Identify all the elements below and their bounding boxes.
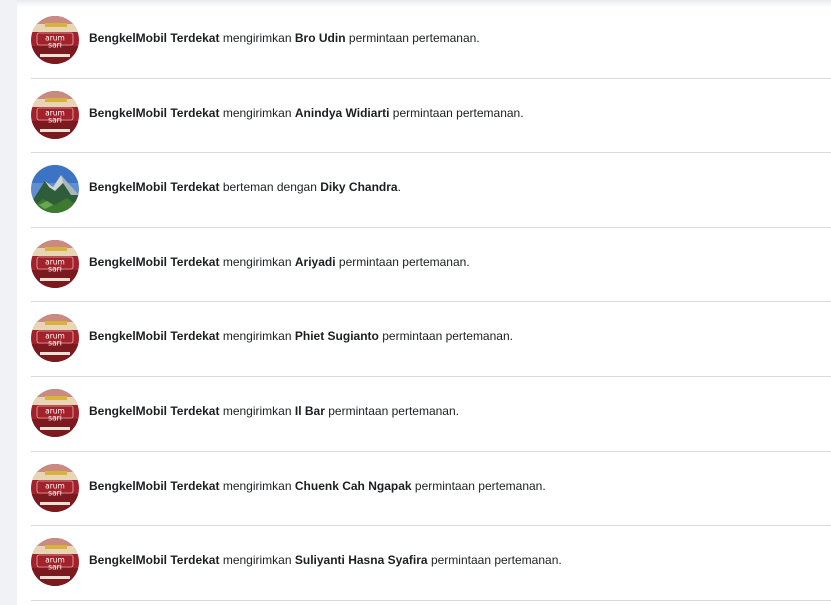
target-name[interactable]: Chuenk Cah Ngapak [295, 479, 412, 493]
notification-text: BengkelMobil Terdekat mengirimkan Il Bar… [89, 403, 459, 419]
activity-row[interactable]: arum sari BengkelMobil Terdekat mengirim… [31, 377, 831, 452]
arumsari-logo-icon[interactable]: arum sari [31, 388, 79, 437]
actor-name[interactable]: BengkelMobil Terdekat [89, 553, 219, 567]
verb: mengirimkan [222, 553, 292, 568]
mountain-photo-icon[interactable] [31, 165, 79, 214]
svg-text:sari: sari [48, 339, 62, 348]
arumsari-logo-icon[interactable]: arum sari [31, 463, 79, 512]
activity-feed: arum sari BengkelMobil Terdekat mengirim… [31, 4, 831, 601]
target-name[interactable]: Anindya Widiarti [295, 106, 390, 120]
tail: permintaan pertemanan. [392, 105, 524, 120]
actor-name[interactable]: BengkelMobil Terdekat [89, 106, 219, 120]
left-rail [0, 0, 17, 605]
activity-row[interactable]: arum sari BengkelMobil Terdekat mengirim… [31, 79, 831, 154]
arumsari-logo-icon[interactable]: arum sari [31, 538, 79, 587]
tail: permintaan pertemanan. [430, 553, 562, 568]
svg-text:sari: sari [48, 488, 62, 497]
target-name[interactable]: Diky Chandra [320, 180, 397, 194]
verb: mengirimkan [222, 254, 292, 269]
arumsari-logo-icon[interactable]: arum sari [31, 90, 79, 139]
notification-text: BengkelMobil Terdekat mengirimkan Phiet … [89, 328, 513, 344]
target-name[interactable]: Il Bar [295, 404, 325, 418]
arumsari-logo-icon[interactable]: arum sari [31, 239, 79, 288]
tail: permintaan pertemanan. [348, 31, 480, 45]
verb: berteman dengan [222, 180, 317, 195]
activity-row[interactable]: arum sari BengkelMobil Terdekat mengirim… [31, 526, 831, 601]
target-name[interactable]: Suliyanti Hasna Syafira [295, 553, 428, 567]
activity-row[interactable]: BengkelMobil Terdekat berteman dengan Di… [31, 153, 831, 228]
actor-name[interactable]: BengkelMobil Terdekat [89, 404, 219, 418]
activity-row[interactable]: arum sari BengkelMobil Terdekat mengirim… [31, 302, 831, 377]
tail: permintaan pertemanan. [382, 329, 513, 344]
arumsari-logo-icon[interactable]: arum sari [31, 16, 79, 64]
svg-text:sari: sari [48, 41, 62, 50]
verb: mengirimkan [222, 105, 292, 120]
verb: mengirimkan [222, 329, 292, 344]
verb: mengirimkan [222, 403, 292, 418]
tail: permintaan pertemanan. [414, 478, 546, 493]
svg-text:sari: sari [48, 413, 62, 422]
target-name[interactable]: Ariyadi [295, 255, 336, 269]
arumsari-logo-icon[interactable]: arum sari [31, 314, 79, 363]
actor-name[interactable]: BengkelMobil Terdekat [89, 31, 219, 45]
svg-text:sari: sari [48, 115, 62, 124]
target-name[interactable]: Phiet Sugianto [295, 329, 379, 343]
notification-text: BengkelMobil Terdekat mengirimkan Chuenk… [89, 478, 546, 494]
actor-name[interactable]: BengkelMobil Terdekat [89, 479, 219, 493]
tail: . [397, 180, 401, 195]
tail: permintaan pertemanan. [338, 254, 470, 269]
svg-text:sari: sari [48, 563, 62, 572]
activity-row[interactable]: arum sari BengkelMobil Terdekat mengirim… [31, 452, 831, 527]
notification-text: BengkelMobil Terdekat berteman dengan Di… [89, 179, 401, 195]
activity-row[interactable]: arum sari BengkelMobil Terdekat mengirim… [31, 4, 831, 79]
verb: mengirimkan [222, 478, 292, 493]
notification-text: BengkelMobil Terdekat mengirimkan Anindy… [89, 105, 524, 121]
target-name[interactable]: Bro Udin [295, 31, 346, 45]
actor-name[interactable]: BengkelMobil Terdekat [89, 180, 219, 194]
notification-text: BengkelMobil Terdekat mengirimkan Ariyad… [89, 254, 470, 270]
notification-text: BengkelMobil Terdekat mengirimkan Suliya… [89, 552, 562, 568]
svg-text:sari: sari [48, 264, 62, 273]
notification-text: BengkelMobil Terdekat mengirimkan Bro Ud… [89, 30, 480, 46]
actor-name[interactable]: BengkelMobil Terdekat [89, 255, 219, 269]
activity-row[interactable]: arum sari BengkelMobil Terdekat mengirim… [31, 228, 831, 303]
actor-name[interactable]: BengkelMobil Terdekat [89, 329, 219, 343]
verb: mengirimkan [222, 31, 292, 45]
tail: permintaan pertemanan. [328, 403, 459, 418]
